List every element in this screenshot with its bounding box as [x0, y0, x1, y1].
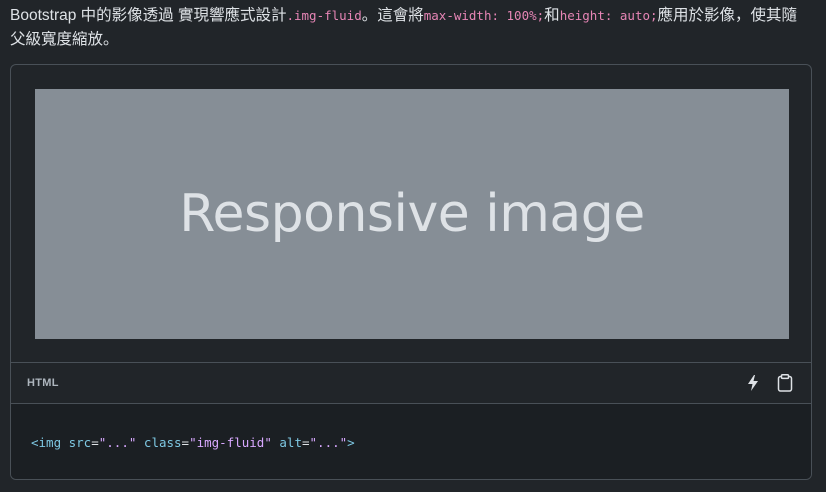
- code-val-class: "img-fluid": [189, 435, 272, 450]
- code-tag-close: >: [347, 435, 355, 450]
- code-eq: =: [301, 435, 310, 450]
- max-width-code: max-width: 100%;: [423, 8, 545, 23]
- intro-paragraph: Bootstrap 中的影像透過 實現響應式設計.img-fluid。這會將ma…: [10, 4, 810, 52]
- code-language-label: HTML: [27, 377, 59, 389]
- code-tag-open: <img: [31, 435, 62, 450]
- code-val-alt: "...": [309, 435, 348, 450]
- clipboard-icon[interactable]: [775, 373, 795, 393]
- img-fluid-class-code: .img-fluid: [286, 8, 362, 23]
- intro-text-middle: 。這會將: [361, 7, 424, 24]
- run-icon[interactable]: [743, 373, 763, 393]
- code-header: HTML: [11, 363, 811, 404]
- code-eq: =: [91, 435, 99, 450]
- code-val-src: "...": [98, 435, 137, 450]
- code-block: <img src="..." class="img-fluid" alt="..…: [11, 404, 811, 479]
- code-attr-src: src: [61, 435, 92, 450]
- height-auto-code: height: auto;: [559, 8, 658, 23]
- code-eq: =: [181, 435, 190, 450]
- example-preview: Responsive image: [11, 65, 811, 363]
- responsive-image-placeholder: Responsive image: [35, 89, 789, 339]
- code-attr-class: class: [136, 435, 182, 450]
- example-box: Responsive image HTML <img src="..." cla…: [10, 64, 812, 480]
- code-attr-alt: alt: [271, 435, 302, 450]
- code-actions: [743, 373, 795, 393]
- intro-text-and: 和: [544, 7, 560, 24]
- placeholder-label: Responsive image: [179, 184, 645, 244]
- intro-text-before: Bootstrap 中的影像透過 實現響應式設計: [10, 7, 287, 24]
